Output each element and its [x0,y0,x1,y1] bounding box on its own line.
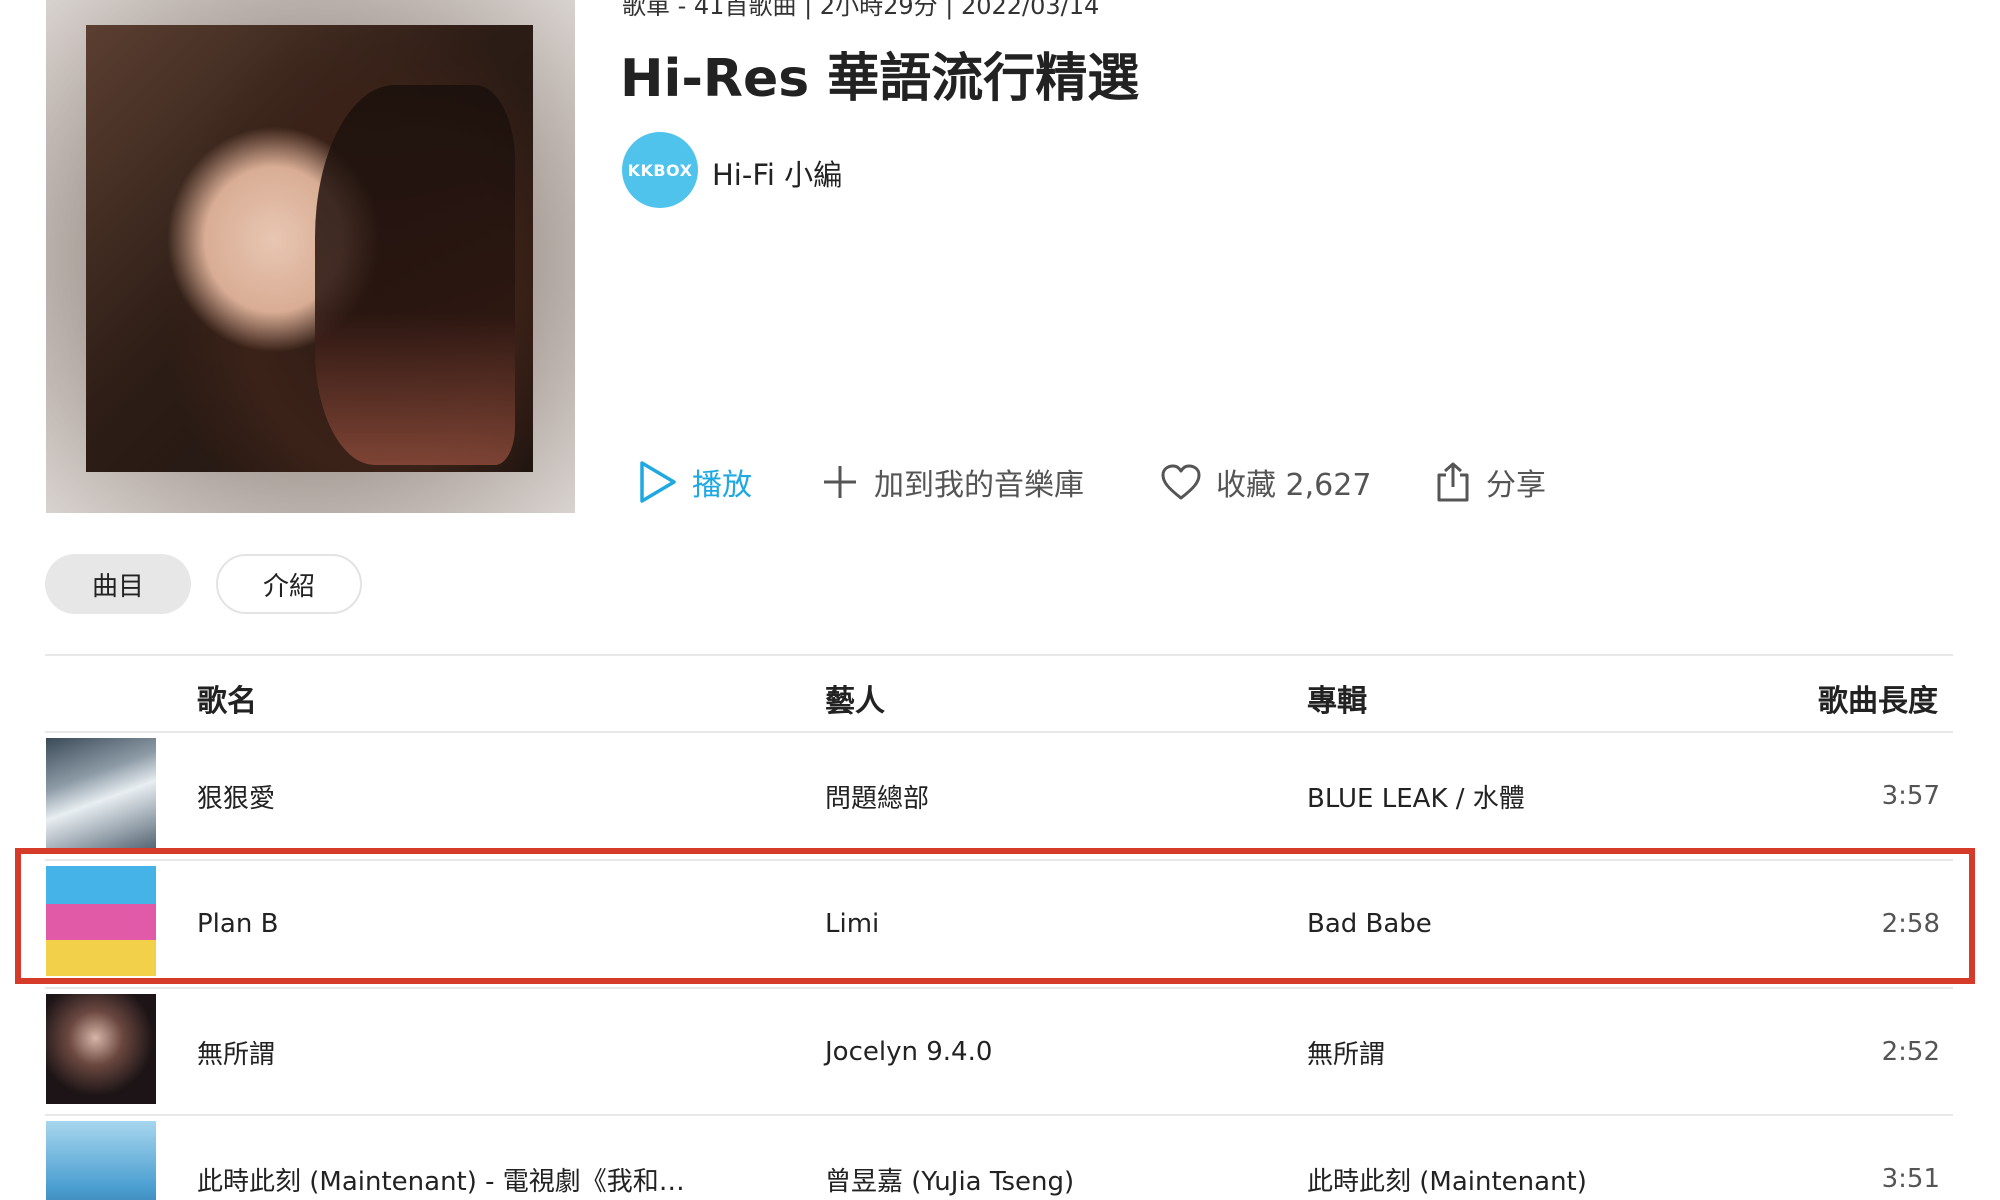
row-highlight-box [15,848,1975,984]
add-to-library-label: 加到我的音樂庫 [874,468,1084,503]
cover-photo [86,25,533,472]
song-length: 3:51 [1881,1164,1940,1194]
album-thumbnail[interactable] [46,1121,156,1200]
album-name[interactable]: BLUE LEAK / 水體 [1307,733,1525,859]
song-title[interactable]: 狠狠愛 [197,733,275,859]
table-row[interactable]: 無所謂 Jocelyn 9.4.0 無所謂 2:52 [45,989,1953,1115]
table-row[interactable]: 狠狠愛 問題總部 BLUE LEAK / 水體 3:57 [45,733,1953,859]
artist-name[interactable]: 曾昱嘉 (YuJia Tseng) [825,1116,1074,1200]
play-label: 播放 [692,468,752,503]
album-thumbnail[interactable] [46,738,156,848]
owner-avatar[interactable]: KKBOX [622,132,698,208]
artist-name[interactable]: Jocelyn 9.4.0 [825,989,992,1115]
share-button[interactable]: 分享 [1434,458,1546,506]
song-title[interactable]: 無所謂 [197,989,275,1115]
favorite-button[interactable]: 收藏 2,627 [1160,458,1371,506]
album-name[interactable]: 無所謂 [1307,989,1385,1115]
share-label: 分享 [1486,468,1546,503]
column-header-artist[interactable]: 藝人 [825,676,885,720]
tab-tracks[interactable]: 曲目 [45,554,191,614]
song-title[interactable]: 此時此刻 (Maintenant) - 電視劇《我和… [197,1116,685,1200]
play-icon [640,461,676,503]
playlist-meta: 歌單 - 41首歌曲 | 2小時29分 | 2022/03/14 [622,0,1100,20]
owner-name[interactable]: Hi-Fi 小編 [712,152,842,194]
add-to-library-button[interactable]: 加到我的音樂庫 [820,458,1084,506]
song-length: 3:57 [1881,781,1940,811]
heart-icon [1161,464,1201,500]
column-header-length[interactable]: 歌曲長度 [1818,676,1938,720]
play-button[interactable]: 播放 [638,458,752,506]
song-length: 2:52 [1881,1037,1940,1067]
table-row[interactable]: 此時此刻 (Maintenant) - 電視劇《我和… 曾昱嘉 (YuJia T… [45,1116,1953,1200]
tab-intro[interactable]: 介紹 [216,554,362,614]
share-icon [1437,462,1469,502]
table-top-divider [45,654,1953,656]
plus-icon [824,466,856,498]
playlist-cover [46,0,575,513]
column-header-album[interactable]: 專輯 [1307,676,1367,720]
cover-photo-detail [315,85,515,465]
album-name[interactable]: 此時此刻 (Maintenant) [1307,1116,1587,1200]
column-header-song[interactable]: 歌名 [197,676,257,720]
favorite-label: 收藏 2,627 [1216,468,1372,503]
artist-name[interactable]: 問題總部 [825,733,929,859]
page-title: Hi-Res 華語流行精選 [620,49,1140,109]
album-thumbnail[interactable] [46,994,156,1104]
